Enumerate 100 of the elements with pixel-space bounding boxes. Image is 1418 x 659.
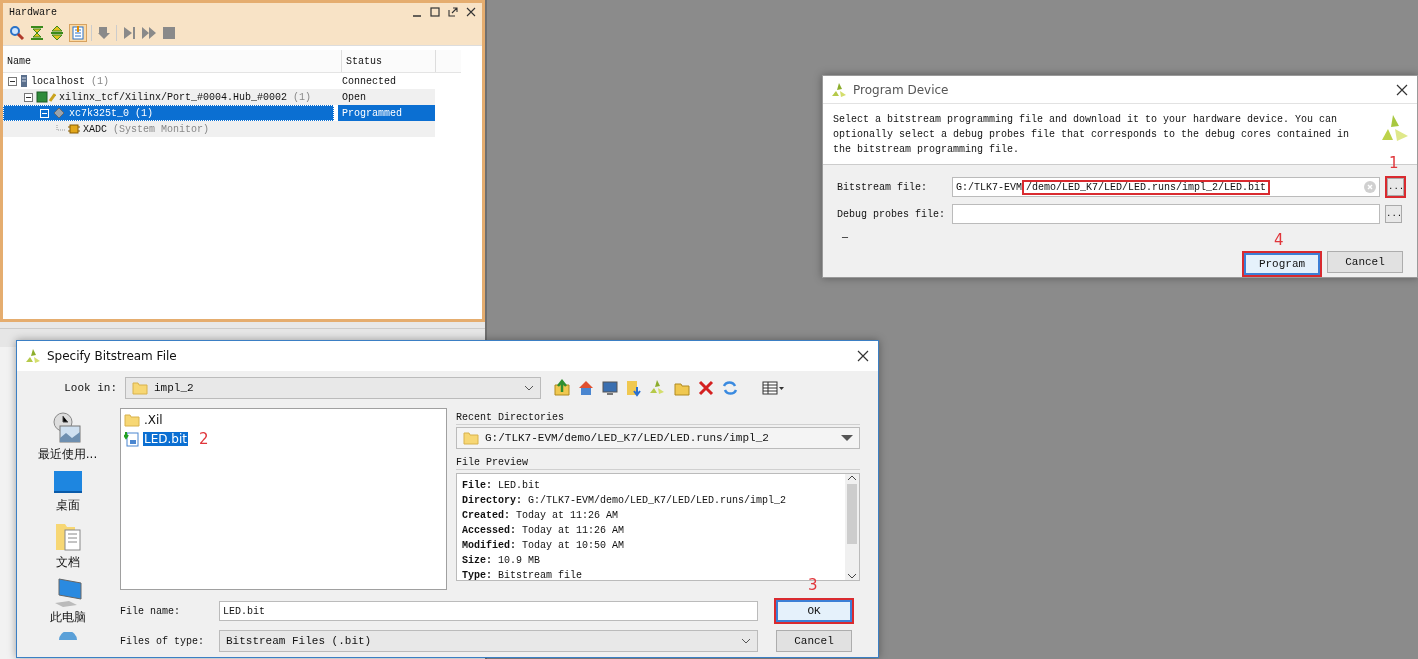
server-icon [20, 74, 28, 88]
node-label: XADC (System Monitor) [83, 123, 210, 135]
file-item[interactable]: .Xil [143, 413, 164, 427]
download-folder-icon[interactable] [625, 379, 643, 397]
file-icon [124, 431, 140, 447]
list-icon [70, 25, 86, 41]
place-label[interactable]: 此电脑 [49, 609, 86, 626]
caret-icon [841, 434, 853, 442]
arrow-down-icon[interactable] [96, 25, 112, 41]
preview-line: Size: 10.9 MB [462, 554, 542, 568]
preview-line: Created: Today at 11:26 AM [462, 509, 620, 523]
folder-icon [463, 430, 479, 446]
cancel-button[interactable]: Cancel [776, 630, 852, 652]
field-label: Debug probes file: [837, 208, 947, 220]
file-type-dropdown[interactable]: Bitstream Files (.bit) [219, 630, 758, 652]
collapse-icon[interactable] [29, 25, 45, 41]
search-icon[interactable] [9, 25, 25, 41]
preview-line: Directory: G:/TLK7-EVM/demo/LED_K7/LED/LED.runs/impl_2 [462, 494, 788, 508]
node-label: xilinx_tcf/Xilinx/Port_#0004.Hub_#0002 (1) [59, 91, 312, 103]
dropdown-value: impl_2 [154, 382, 194, 394]
status-text: Connected [341, 75, 396, 87]
chevron-down-icon [847, 572, 857, 580]
file-path-field[interactable] [952, 204, 1380, 224]
delete-icon[interactable] [697, 379, 715, 397]
annotation-number: 4 [1274, 233, 1284, 248]
list-view-icon[interactable] [761, 379, 785, 397]
place-label[interactable]: 桌面 [55, 497, 80, 514]
field-label: Bitstream file: [837, 181, 928, 193]
close-icon[interactable] [856, 349, 870, 363]
path-text: G:/TLK7-EVM [956, 181, 1022, 193]
home-icon[interactable] [577, 379, 595, 397]
directory-dropdown[interactable]: G:/TLK7-EVM/demo/LED_K7/LED/LED.runs/impl_2 [456, 427, 860, 449]
file-item[interactable]: LED.bit [143, 432, 188, 446]
place-label[interactable]: 文档 [55, 554, 80, 571]
dialog-title: Program Device [853, 82, 949, 97]
preview-line: Modified: Today at 10:50 AM [462, 539, 626, 553]
file-name-field[interactable]: LED.bit [219, 601, 758, 621]
float-icon[interactable] [448, 7, 458, 17]
group-label: File Preview [456, 457, 860, 470]
fast-forward-icon[interactable] [141, 25, 157, 41]
folder-icon [124, 412, 140, 428]
tree-row[interactable]: xilinx_tcf/Xilinx/Port_#0004.Hub_#0002 (1) Open [3, 89, 435, 105]
chip-icon [68, 123, 80, 135]
dropdown-value: G:/TLK7-EVM/demo/LED_K7/LED/LED.runs/impl_2 [485, 432, 769, 444]
monitor-icon[interactable] [601, 379, 619, 397]
close-icon[interactable] [1395, 82, 1409, 97]
collapse-toggle-icon[interactable] [8, 76, 17, 86]
column-header[interactable]: Name [3, 50, 342, 72]
description-text: Select a bitstream programming file and download it to your hardware device. You can optionally select a debug probes file that corresponds to the debug cores contained in the bitstream programming file. [833, 113, 1351, 158]
dropdown-value: Bitstream Files (.bit) [226, 635, 372, 647]
chip-icon [52, 107, 66, 119]
maximize-icon[interactable] [430, 7, 440, 17]
tree-row[interactable]: XADC (System Monitor) [3, 121, 435, 137]
annotation-number: 1 [1389, 156, 1399, 171]
file-path-field[interactable]: G:/TLK7-EVM /demo/LED_K7/LED/LED.runs/impl_2/LED.bit [952, 177, 1380, 197]
browse-button[interactable]: ... [1385, 205, 1402, 223]
node-label: localhost (1) [31, 75, 110, 87]
annotation-number: 2 [199, 430, 209, 448]
browse-button[interactable]: ... [1387, 178, 1404, 196]
node-label: xc7k325t_0 (1) [69, 107, 154, 119]
preview-line: Type: Bitstream file [462, 569, 584, 580]
field-label: File name: [120, 605, 181, 617]
auto-connect-button[interactable] [69, 24, 87, 42]
status-text: Open [341, 91, 366, 103]
field-value: LED.bit [223, 605, 265, 617]
field-label: Files of type: [120, 635, 205, 647]
chevron-down-icon [741, 638, 751, 644]
chevron-down-icon [524, 385, 534, 391]
close-icon[interactable] [466, 7, 476, 17]
up-folder-icon[interactable] [553, 379, 571, 397]
scrollbar[interactable] [845, 474, 859, 580]
preview-line: Accessed: Today at 11:26 AM [462, 524, 626, 538]
status-text: — [842, 232, 848, 243]
preview-line: File: LED.bit [462, 479, 542, 493]
folder-icon [132, 380, 148, 396]
tree-line-icon [56, 124, 65, 134]
step-icon[interactable] [121, 25, 137, 41]
collapse-toggle-icon[interactable] [24, 92, 33, 102]
ok-button[interactable]: OK [776, 600, 852, 622]
desktop-icon [52, 469, 83, 495]
tree-row[interactable]: localhost (1) Connected [3, 73, 435, 89]
annotation-number: 3 [808, 578, 818, 593]
folder-dropdown[interactable]: impl_2 [125, 377, 541, 399]
program-button[interactable]: Program [1244, 253, 1320, 275]
dialog-title: Specify Bitstream File [47, 349, 177, 363]
cancel-button[interactable]: Cancel [1327, 251, 1403, 273]
chevron-up-icon [847, 474, 857, 482]
logo-icon [25, 348, 41, 364]
chip-icon [36, 91, 56, 103]
place-label[interactable]: 最近使用... [37, 446, 98, 463]
refresh-icon[interactable] [721, 379, 739, 397]
logo-icon [831, 81, 847, 98]
field-label: Look in: [63, 382, 118, 394]
status-text: Programmed [341, 107, 402, 119]
column-header[interactable]: Status [342, 50, 436, 72]
panel-title: Hardware [9, 6, 57, 18]
expand-icon[interactable] [49, 25, 65, 41]
clock-icon [52, 412, 83, 444]
group-label: Recent Directories [456, 412, 860, 425]
stop-icon[interactable] [161, 25, 177, 41]
